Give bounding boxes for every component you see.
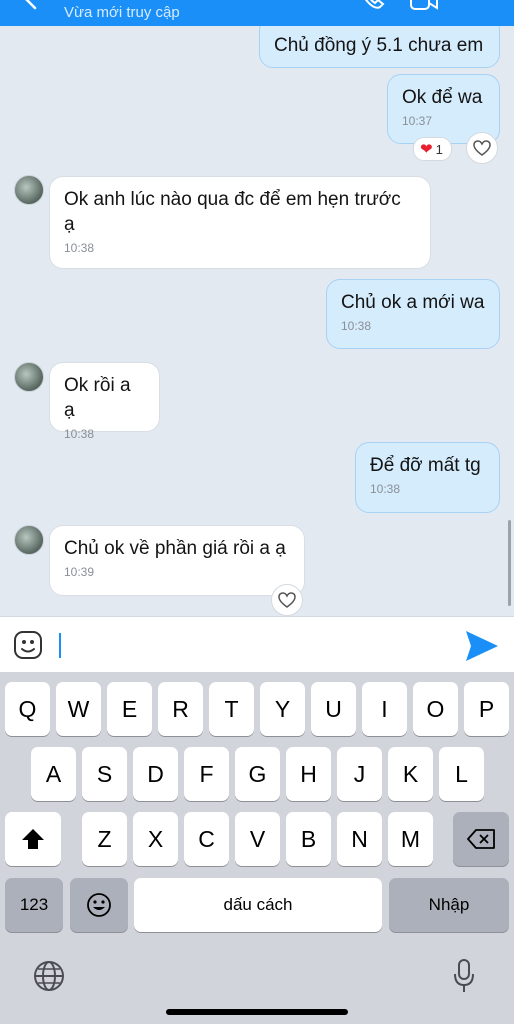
send-icon[interactable] bbox=[464, 629, 500, 663]
message-time: 10:39 bbox=[64, 565, 95, 579]
key-v[interactable]: V bbox=[235, 812, 280, 866]
home-indicator[interactable] bbox=[166, 1009, 348, 1015]
key-a[interactable]: A bbox=[31, 747, 76, 801]
back-icon[interactable] bbox=[20, 0, 42, 10]
message-text: Chủ ok a mới wa bbox=[341, 292, 485, 313]
message-time: 10:38 bbox=[341, 319, 372, 333]
message-bubble[interactable]: Ok rồi a ạ 10:38 bbox=[49, 362, 160, 441]
space-key[interactable]: dấu cách bbox=[134, 878, 382, 932]
reaction-number: 1 bbox=[435, 141, 443, 157]
return-key[interactable]: Nhập bbox=[389, 878, 509, 932]
reaction-count[interactable]: ❤ 1 bbox=[413, 137, 452, 161]
message-text: Ok anh lúc nào qua đc để em hẹn trước ạ bbox=[64, 189, 401, 235]
message-bubble[interactable]: Chủ ok về phần giá rồi a ạ 10:39 bbox=[49, 525, 305, 596]
last-seen-status: Vừa mới truy cập bbox=[64, 4, 180, 21]
message-text: Chủ ok về phần giá rồi a ạ bbox=[64, 538, 286, 559]
key-w[interactable]: W bbox=[56, 682, 101, 736]
sticker-icon[interactable] bbox=[13, 630, 43, 660]
message-time: 10:37 bbox=[402, 114, 433, 128]
key-n[interactable]: N bbox=[337, 812, 382, 866]
key-s[interactable]: S bbox=[82, 747, 127, 801]
key-t[interactable]: T bbox=[209, 682, 254, 736]
key-f[interactable]: F bbox=[184, 747, 229, 801]
key-g[interactable]: G bbox=[235, 747, 280, 801]
key-q[interactable]: Q bbox=[5, 682, 50, 736]
message-input[interactable] bbox=[58, 627, 448, 663]
numbers-key[interactable]: 123 bbox=[5, 878, 63, 932]
message-text: Chủ đồng ý 5.1 chưa em bbox=[274, 35, 484, 56]
heart-outline-icon bbox=[473, 140, 491, 156]
heart-outline-icon bbox=[278, 592, 296, 608]
key-j[interactable]: J bbox=[337, 747, 382, 801]
heart-reaction-icon: ❤ bbox=[420, 141, 433, 158]
message-input-bar bbox=[0, 616, 514, 673]
key-r[interactable]: R bbox=[158, 682, 203, 736]
message-list[interactable]: Chủ đồng ý 5.1 chưa em Ok để wa 10:37 ❤ … bbox=[0, 26, 514, 616]
shift-icon bbox=[22, 829, 44, 849]
message-time: 10:38 bbox=[64, 241, 95, 255]
message-bubble[interactable]: Ok anh lúc nào qua đc để em hẹn trước ạ … bbox=[49, 176, 431, 269]
contact-avatar[interactable] bbox=[14, 175, 44, 205]
key-p[interactable]: P bbox=[464, 682, 509, 736]
react-heart-button[interactable] bbox=[466, 132, 498, 164]
message-time: 10:38 bbox=[370, 482, 401, 496]
message-bubble[interactable]: Chủ ok a mới wa 10:38 bbox=[326, 279, 500, 349]
contact-avatar[interactable] bbox=[14, 525, 44, 555]
chat-scrollbar[interactable] bbox=[508, 520, 511, 606]
key-m[interactable]: M bbox=[388, 812, 433, 866]
key-k[interactable]: K bbox=[388, 747, 433, 801]
text-cursor bbox=[59, 633, 61, 658]
message-time: 10:38 bbox=[64, 427, 95, 441]
key-o[interactable]: O bbox=[413, 682, 458, 736]
backspace-icon bbox=[467, 829, 495, 849]
onscreen-keyboard: Q W E R T Y U I O P A S D F G H J K L Z … bbox=[0, 672, 514, 1024]
key-h[interactable]: H bbox=[286, 747, 331, 801]
message-bubble[interactable]: Để đỡ mất tg 10:38 bbox=[355, 442, 500, 513]
message-text: Ok rồi a ạ bbox=[64, 375, 131, 421]
key-u[interactable]: U bbox=[311, 682, 356, 736]
key-y[interactable]: Y bbox=[260, 682, 305, 736]
key-l[interactable]: L bbox=[439, 747, 484, 801]
message-bubble[interactable]: Chủ đồng ý 5.1 chưa em bbox=[259, 26, 500, 68]
key-e[interactable]: E bbox=[107, 682, 152, 736]
phone-icon[interactable] bbox=[358, 0, 386, 14]
globe-icon[interactable] bbox=[33, 960, 65, 992]
emoji-icon bbox=[87, 893, 111, 917]
message-text: Để đỡ mất tg bbox=[370, 455, 481, 476]
key-z[interactable]: Z bbox=[82, 812, 127, 866]
key-b[interactable]: B bbox=[286, 812, 331, 866]
react-heart-button[interactable] bbox=[271, 584, 303, 616]
key-d[interactable]: D bbox=[133, 747, 178, 801]
key-c[interactable]: C bbox=[184, 812, 229, 866]
key-x[interactable]: X bbox=[133, 812, 178, 866]
backspace-key[interactable] bbox=[453, 812, 509, 866]
microphone-icon[interactable] bbox=[452, 958, 476, 994]
message-text: Ok để wa bbox=[402, 87, 483, 108]
menu-icon[interactable] bbox=[466, 0, 494, 14]
video-icon[interactable] bbox=[410, 0, 438, 14]
key-i[interactable]: I bbox=[362, 682, 407, 736]
emoji-key[interactable] bbox=[70, 878, 128, 932]
contact-avatar[interactable] bbox=[14, 362, 44, 392]
chat-header: Vừa mới truy cập bbox=[0, 0, 514, 26]
shift-key[interactable] bbox=[5, 812, 61, 866]
